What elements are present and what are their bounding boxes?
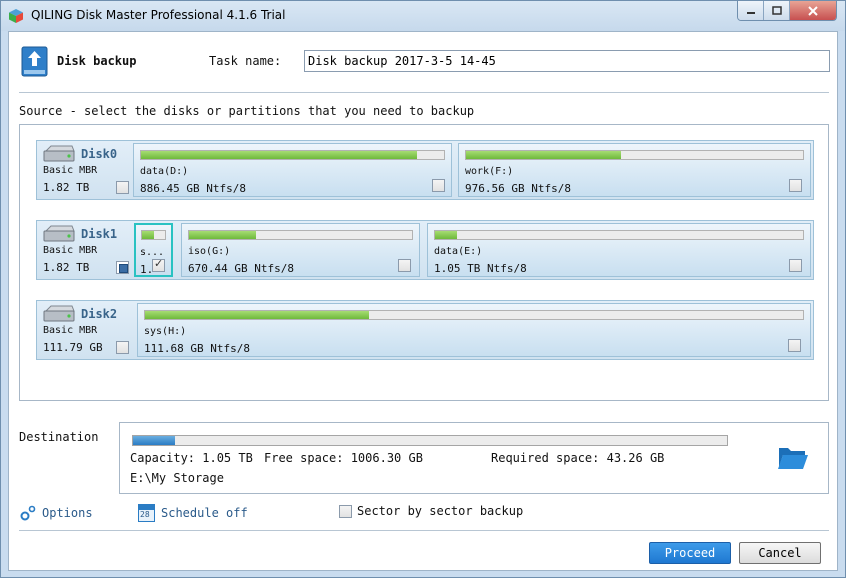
- options-link[interactable]: Options: [19, 504, 93, 522]
- maximize-icon: [771, 5, 782, 15]
- partition-usage-bar: [144, 310, 804, 320]
- schedule-label: Schedule off: [161, 506, 248, 520]
- gear-icon: [20, 505, 36, 521]
- task-name-input[interactable]: [304, 50, 830, 72]
- close-button[interactable]: [790, 1, 836, 20]
- disk-size: 111.79 GB: [43, 341, 103, 354]
- partition-checkbox[interactable]: [788, 339, 801, 352]
- disk-row-disk0[interactable]: Disk0 Basic MBR 1.82 TB data(D:) 886.45 …: [36, 140, 814, 200]
- partition-iso-g[interactable]: iso(G:) 670.44 GB Ntfs/8: [181, 223, 420, 277]
- disk-size: 1.82 TB: [43, 261, 90, 274]
- disk-size: 1.82 TB: [43, 181, 90, 194]
- disk-type: Basic MBR: [43, 325, 98, 336]
- disk-name: Disk0: [81, 147, 118, 161]
- partition-usage-fill: [141, 151, 417, 159]
- window-controls: [737, 1, 837, 21]
- disk-backup-icon: [21, 46, 48, 77]
- partition-label: data(D:): [140, 166, 189, 177]
- partition-usage-fill: [142, 231, 154, 239]
- partition-checkbox[interactable]: [432, 179, 445, 192]
- partition-usage-bar: [188, 230, 413, 240]
- partition-usage-fill: [189, 231, 256, 239]
- partition-info: 111.68 GB Ntfs/8: [144, 342, 250, 355]
- destination-label: Destination: [19, 430, 99, 444]
- calendar-day: 28: [140, 510, 150, 519]
- partition-usage-fill: [466, 151, 622, 159]
- partition-checkbox[interactable]: [398, 259, 411, 272]
- options-label: Options: [42, 506, 93, 520]
- partition-usage-bar: [465, 150, 804, 160]
- disk-type: Basic MBR: [43, 165, 98, 176]
- partition-info: 976.56 GB Ntfs/8: [465, 182, 571, 195]
- partition-checkbox[interactable]: [152, 257, 165, 272]
- partition-info: 1.05 TB Ntfs/8: [434, 262, 527, 275]
- main-panel: Disk backup Task name: Source - select t…: [8, 31, 838, 571]
- sector-backup-option[interactable]: Sector by sector backup: [339, 504, 523, 518]
- calendar-icon: 28: [138, 504, 155, 522]
- partition-sys-h[interactable]: sys(H:) 111.68 GB Ntfs/8: [137, 303, 811, 357]
- partition-checkbox[interactable]: [789, 179, 802, 192]
- maximize-button[interactable]: [764, 1, 790, 20]
- partition-label: iso(G:): [188, 246, 231, 257]
- partition-label: data(E:): [434, 246, 483, 257]
- disk-info[interactable]: Disk1 Basic MBR 1.82 TB: [37, 221, 133, 279]
- app-window: QILING Disk Master Professional 4.1.6 Tr…: [0, 0, 846, 578]
- source-label: Source - select the disks or partitions …: [19, 104, 475, 118]
- sector-backup-label: Sector by sector backup: [357, 504, 524, 518]
- partition-data-e[interactable]: data(E:) 1.05 TB Ntfs/8: [427, 223, 811, 277]
- source-disk-list: Disk0 Basic MBR 1.82 TB data(D:) 886.45 …: [19, 124, 829, 401]
- minimize-icon: [746, 11, 755, 14]
- partition-info: 670.44 GB Ntfs/8: [188, 262, 294, 275]
- window-title: QILING Disk Master Professional 4.1.6 Tr…: [31, 8, 286, 22]
- disk-row-disk1[interactable]: Disk1 Basic MBR 1.82 TB s... 1. iso(G:) …: [36, 220, 814, 280]
- sector-backup-checkbox[interactable]: [339, 504, 352, 518]
- destination-usage-fill: [133, 436, 175, 445]
- disk-name: Disk2: [81, 307, 118, 321]
- partition-system-reserved[interactable]: s... 1.: [134, 223, 173, 277]
- app-logo-icon: [9, 9, 23, 23]
- partition-usage-bar: [140, 150, 445, 160]
- cancel-button[interactable]: Cancel: [739, 542, 821, 564]
- disk-checkbox[interactable]: [116, 261, 129, 274]
- schedule-link[interactable]: 28 Schedule off: [138, 504, 248, 522]
- task-name-label: Task name:: [209, 54, 282, 68]
- destination-path: E:\My Storage: [130, 471, 224, 485]
- destination-required-space: Required space: 43.26 GB: [491, 451, 665, 465]
- destination-free-space: Free space: 1006.30 GB: [264, 451, 423, 465]
- destination-usage-bar: [132, 435, 728, 446]
- partition-work-f[interactable]: work(F:) 976.56 GB Ntfs/8: [458, 143, 811, 197]
- destination-capacity: Capacity: 1.05 TB: [130, 451, 253, 465]
- disk-info[interactable]: Disk0 Basic MBR 1.82 TB: [37, 141, 133, 199]
- header-divider: [19, 92, 829, 93]
- partition-label: work(F:): [465, 166, 514, 177]
- proceed-button[interactable]: Proceed: [649, 542, 731, 564]
- minimize-button[interactable]: [738, 1, 764, 20]
- hard-drive-icon: [43, 145, 75, 162]
- hard-drive-icon: [43, 225, 75, 242]
- page-title: Disk backup: [57, 54, 137, 68]
- disk-checkbox[interactable]: [116, 181, 129, 194]
- partition-usage-bar: [434, 230, 804, 240]
- footer-divider: [19, 530, 829, 531]
- partition-info: 886.45 GB Ntfs/8: [140, 182, 246, 195]
- partition-checkbox[interactable]: [789, 259, 802, 272]
- disk-name: Disk1: [81, 227, 118, 241]
- partition-usage-bar: [141, 230, 166, 240]
- partition-usage-fill: [435, 231, 458, 239]
- browse-folder-icon[interactable]: [777, 443, 809, 471]
- disk-row-disk2[interactable]: Disk2 Basic MBR 111.79 GB sys(H:) 111.68…: [36, 300, 814, 360]
- partition-label: sys(H:): [144, 326, 187, 337]
- title-bar[interactable]: QILING Disk Master Professional 4.1.6 Tr…: [1, 1, 845, 31]
- disk-info[interactable]: Disk2 Basic MBR 111.79 GB: [37, 301, 133, 359]
- disk-checkbox[interactable]: [116, 341, 129, 354]
- destination-panel[interactable]: Capacity: 1.05 TB Free space: 1006.30 GB…: [119, 422, 829, 494]
- partition-data-d[interactable]: data(D:) 886.45 GB Ntfs/8: [133, 143, 452, 197]
- partition-usage-fill: [145, 311, 369, 319]
- close-icon: [808, 5, 818, 16]
- disk-type: Basic MBR: [43, 245, 98, 256]
- hard-drive-icon: [43, 305, 75, 322]
